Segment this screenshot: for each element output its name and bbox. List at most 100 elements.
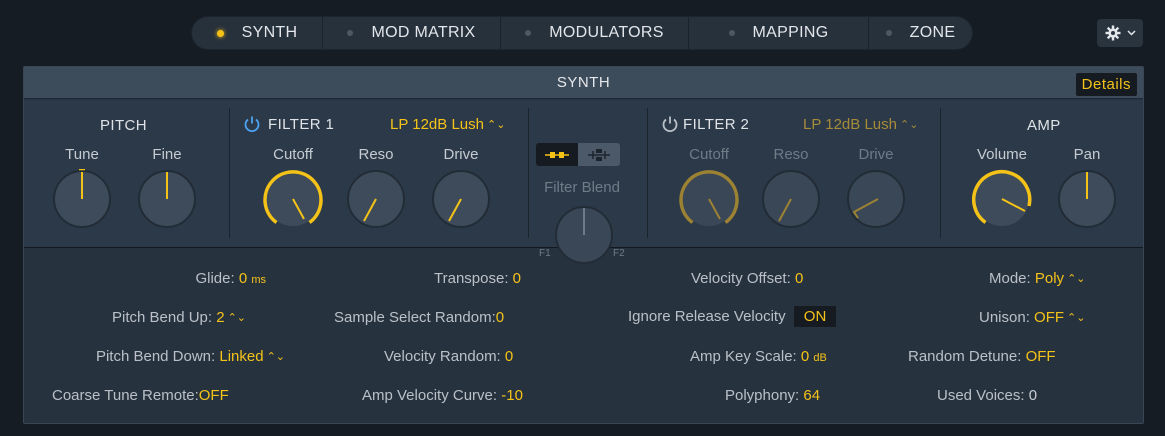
mode-label: Mode: [989,270,1031,287]
glide-unit: ms [251,274,266,286]
velocity-random-param: Velocity Random: 0 [384,348,513,365]
divider [528,108,529,238]
random-detune-param: Random Detune: OFF [908,348,1056,365]
tab-synth[interactable]: SYNTH [192,17,323,49]
chevron-down-icon [1126,30,1136,36]
settings-menu-button[interactable] [1097,19,1143,47]
filter-blend-label: Filter Blend [544,179,620,196]
filter2-drive-label: Drive [858,146,894,163]
filter1-title: FILTER 1 [268,116,335,133]
mode-param: Mode: Poly ⌃⌄ [989,270,1086,287]
filter1-drive-knob[interactable] [431,169,491,229]
filter2-cutoff-knob[interactable] [679,169,739,229]
random-detune-value[interactable]: OFF [1026,348,1056,365]
parallel-routing-button[interactable] [578,143,620,166]
tab-modulators[interactable]: MODULATORS [501,17,689,49]
updown-arrows-icon: ⌃⌄ [486,119,506,131]
tune-knob[interactable] [52,169,112,229]
panel-header: SYNTH Details [24,67,1143,99]
filter1-type-value: LP 12dB Lush [390,116,484,133]
pitch-bend-down-label: Pitch Bend Down: [95,348,216,365]
unison-label: Unison: [979,309,1030,326]
updown-arrows-icon: ⌃⌄ [899,119,919,131]
panel-title: SYNTH [556,74,611,91]
pitch-title: PITCH [100,117,147,134]
tab-label: MAPPING [752,24,829,41]
filter2-type-menu[interactable]: LP 12dB Lush ⌃⌄ [803,116,918,133]
filter1-drive-label: Drive [443,146,479,163]
polyphony-value[interactable]: 64 [803,387,820,404]
tab-label: SYNTH [241,24,298,41]
fine-knob[interactable] [137,169,197,229]
filter2-reso-knob[interactable] [761,169,821,229]
coarse-tune-remote-value[interactable]: OFF [199,387,229,404]
pitch-bend-down-value[interactable]: Linked [219,348,263,365]
details-parameters: Glide: 0 ms Pitch Bend Up: 2 ⌃⌄ Pitch Ben… [24,249,1143,423]
coarse-tune-remote-label: Coarse Tune Remote: [52,387,199,404]
updown-arrows-icon: ⌃⌄ [266,351,285,363]
pan-label: Pan [1073,146,1101,163]
tab-zone[interactable]: ZONE [869,17,972,49]
amp-section: AMP Volume Pan [941,100,1143,248]
coarse-tune-remote-param: Coarse Tune Remote:OFF [52,387,229,404]
indicator-dot [885,30,892,36]
filter1-cutoff-knob[interactable] [263,169,323,229]
volume-knob[interactable] [972,169,1032,229]
fine-label: Fine [152,146,182,163]
ignore-release-velocity-label: Ignore Release Velocity [628,308,786,325]
volume-label: Volume [976,146,1028,163]
sample-select-random-value[interactable]: 0 [496,309,504,326]
updown-arrows-icon: ⌃⌄ [1067,312,1086,324]
pan-knob[interactable] [1057,169,1117,229]
velocity-random-value[interactable]: 0 [505,348,513,365]
amp-key-scale-unit: dB [813,352,827,364]
mode-value[interactable]: Poly [1035,270,1064,287]
unison-value[interactable]: OFF [1034,309,1064,326]
filter1-power-icon[interactable] [243,115,261,133]
mode-tab-bar: SYNTH MOD MATRIX MODULATORS MAPPING ZONE [191,16,973,50]
glide-label: Glide: [195,270,235,287]
synth-controls-area: PITCH Tune Fine FILTER 1 LP 12dB Lush ⌃⌄ … [24,100,1143,264]
transpose-label: Transpose: [434,270,509,287]
series-routing-button[interactable] [536,143,578,166]
updown-arrows-icon: ⌃⌄ [227,312,246,324]
glide-value[interactable]: 0 [239,270,247,287]
filter1-section: FILTER 1 LP 12dB Lush ⌃⌄ Cutoff Reso Driv… [230,100,528,248]
filter1-type-menu[interactable]: LP 12dB Lush ⌃⌄ [390,116,505,133]
details-button[interactable]: Details [1075,73,1137,96]
pitch-section: PITCH Tune Fine [24,100,229,248]
filter1-cutoff-label: Cutoff [273,146,313,163]
filter1-reso-knob[interactable] [346,169,406,229]
filter-routing-toggle [536,143,620,166]
active-indicator-dot [216,29,224,37]
velocity-random-label: Velocity Random: [384,348,501,365]
sample-select-random-label: Sample Select Random: [334,309,496,326]
polyphony-label: Polyphony: [725,387,800,404]
filter2-reso-label: Reso [773,146,809,163]
tune-label: Tune [65,146,99,163]
indicator-dot [525,30,532,36]
filter2-drive-knob[interactable] [846,169,906,229]
amp-title: AMP [1027,117,1061,134]
amp-key-scale-value[interactable]: 0 [801,348,809,365]
filter2-power-icon[interactable] [661,115,679,133]
filter2-type-value: LP 12dB Lush [803,116,897,133]
pitch-bend-up-value[interactable]: 2 [216,309,224,326]
used-voices-value: 0 [1028,387,1038,404]
transpose-value[interactable]: 0 [513,270,521,287]
parallel-routing-icon [588,148,610,161]
ignore-release-velocity-toggle[interactable]: ON [793,306,837,327]
tab-mapping[interactable]: MAPPING [689,17,869,49]
used-voices-label: Used Voices: [937,387,1025,404]
amp-key-scale-param: Amp Key Scale: 0 dB [690,348,827,365]
amp-key-scale-label: Amp Key Scale: [690,348,797,365]
tab-label: MODULATORS [549,24,664,41]
velocity-offset-value[interactable]: 0 [795,270,803,287]
tab-label: ZONE [909,24,956,41]
ignore-release-velocity-param: Ignore Release Velocity ON [628,306,837,327]
indicator-dot [728,30,735,36]
amp-velocity-curve-param: Amp Velocity Curve: -10 [362,387,523,404]
transpose-param: Transpose: 0 [434,270,521,287]
amp-velocity-curve-value[interactable]: -10 [501,387,523,404]
tab-mod-matrix[interactable]: MOD MATRIX [323,17,501,49]
